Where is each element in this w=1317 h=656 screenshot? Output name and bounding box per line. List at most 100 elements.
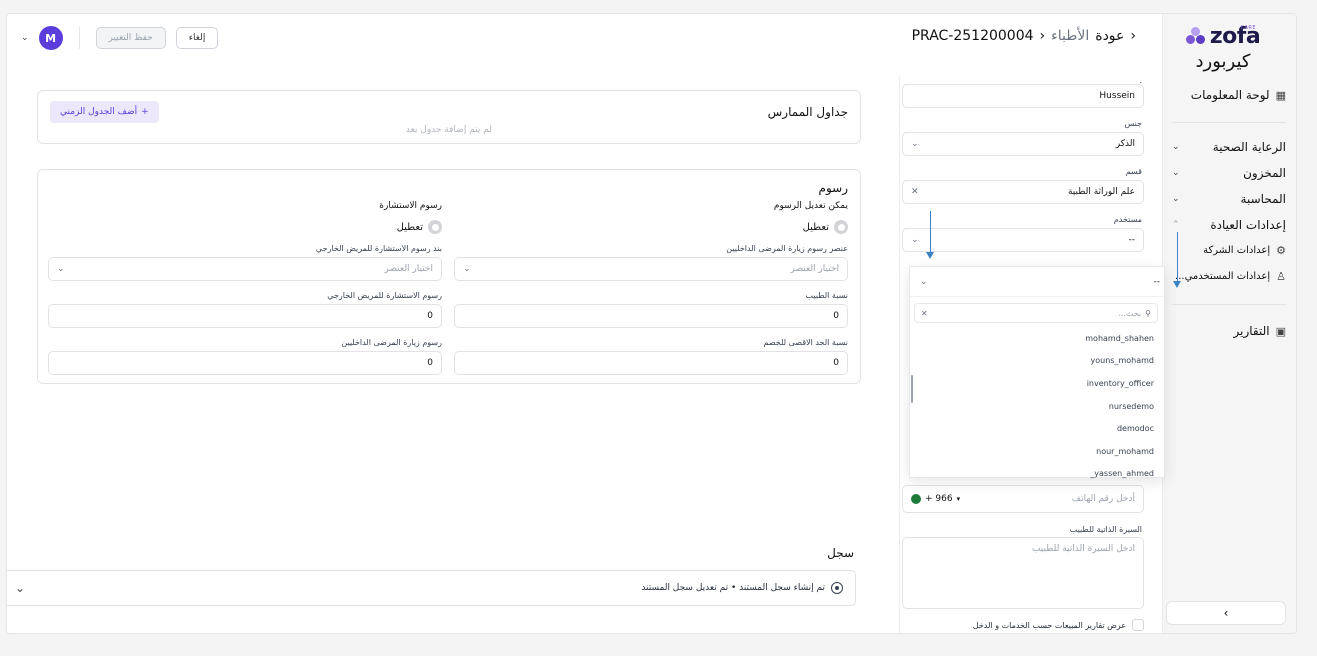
- doctor-pct-input[interactable]: 0: [454, 304, 848, 328]
- department-select[interactable]: علم الوراثة الطبية ✕: [902, 180, 1144, 204]
- annotation-arrow: [926, 211, 934, 259]
- sidebar-collapse-button[interactable]: ›: [1166, 601, 1286, 625]
- chevron-down-icon: ⌄: [1172, 194, 1180, 204]
- consult-fees-label: رسوم الاستشارة: [379, 201, 442, 211]
- phone-field[interactable]: أدخل رقم الهاتف + 966 ▾: [902, 485, 1144, 513]
- dropdown-option[interactable]: nursedemo: [910, 395, 1164, 418]
- chevron-down-icon: ⌄: [920, 276, 928, 287]
- sidebar: zofa CARE كيربورد ▦ لوحة المعلومات الرعا…: [1162, 14, 1296, 633]
- dropdown-option[interactable]: yassen_ahmed_: [910, 463, 1164, 486]
- doctor-pct-label: نسبة الطبيب: [805, 291, 848, 300]
- grid-icon: ▦: [1275, 88, 1286, 102]
- dropdown-option[interactable]: youns_mohamd: [910, 350, 1164, 373]
- inpatient-item-placeholder: اختيار العنصر: [790, 264, 839, 274]
- sidebar-item-label: لوحة المعلومات: [1190, 88, 1270, 102]
- chevron-down-icon: ⌄: [911, 139, 919, 149]
- sidebar-item-dashboard[interactable]: ▦ لوحة المعلومات: [1172, 88, 1286, 102]
- chevron-down-icon: ⌄: [1172, 168, 1180, 178]
- add-schedule-button[interactable]: + أضف الجدول الزمني: [50, 101, 159, 123]
- fees-card: رسوم يمكن تعديل الرسوم تعطيل رسوم الاستش…: [37, 169, 861, 384]
- dropdown-option[interactable]: inventory_officer: [910, 372, 1164, 395]
- outpatient-fee-value: 0: [427, 311, 433, 321]
- phone-placeholder: أدخل رقم الهاتف: [1071, 494, 1135, 504]
- sidebar-item-label: إعدادات الشركة: [1203, 245, 1271, 256]
- user-icon: ♙: [1276, 270, 1286, 283]
- sidebar-divider: [1172, 304, 1286, 305]
- chevron-down-icon[interactable]: ⌄: [21, 33, 29, 43]
- user-select[interactable]: -- ⌄: [902, 228, 1144, 252]
- gender-label: جنس: [1124, 119, 1142, 128]
- dropdown-option[interactable]: nour_mohamd: [910, 440, 1164, 463]
- gear-icon: ⚙: [1276, 244, 1286, 257]
- breadcrumb-section[interactable]: الأطباء: [1051, 28, 1089, 44]
- gender-select[interactable]: الذكر ⌄: [902, 132, 1144, 156]
- editable-fees-label: يمكن تعديل الرسوم: [773, 201, 848, 211]
- chevron-right-icon: ›: [1223, 606, 1229, 620]
- dropdown-search-input[interactable]: ⚲ بحث... ✕: [914, 303, 1158, 323]
- add-schedule-label: أضف الجدول الزمني: [60, 107, 138, 117]
- inpatient-fee-value: 0: [427, 358, 433, 368]
- consult-fees-toggle[interactable]: [428, 220, 442, 234]
- dropdown-options: mohamd_shahen youns_mohamd inventory_off…: [910, 327, 1164, 485]
- sidebar-divider: [1172, 122, 1286, 123]
- dropdown-option[interactable]: demodoc: [910, 417, 1164, 440]
- avatar[interactable]: M: [38, 26, 63, 50]
- editable-fees-toggle[interactable]: [834, 220, 848, 234]
- gender-value: الذكر: [1115, 139, 1135, 149]
- bio-textarea[interactable]: ادخل السيرة الذاتية للطبيب: [902, 537, 1144, 609]
- logo: zofa CARE كيربورد: [1178, 24, 1268, 72]
- clipboard-icon: ▣: [1275, 324, 1286, 338]
- schedules-card: جداول الممارس لم يتم إضافة جدول بعد + أض…: [37, 90, 861, 144]
- log-entry-row[interactable]: تم إنشاء سجل المستند • تم تعديل سجل المس…: [7, 570, 856, 606]
- logo-subtitle: كيربورد: [1195, 51, 1251, 72]
- country-code-select[interactable]: + 966 ▾: [911, 494, 960, 504]
- log-title: سجل: [827, 546, 854, 560]
- max-discount-input[interactable]: 0: [454, 351, 848, 375]
- inpatient-fee-input[interactable]: 0: [48, 351, 442, 375]
- sidebar-item-label: إعدادات العيادة: [1210, 218, 1286, 232]
- sidebar-item-inventory[interactable]: المخزون ⌄: [1172, 166, 1286, 180]
- sidebar-item-company-settings[interactable]: ⚙ إعدادات الشركة: [1172, 244, 1286, 257]
- cancel-button[interactable]: إلغاء: [175, 27, 219, 49]
- name-field[interactable]: Hussein: [902, 84, 1144, 108]
- outpatient-fee-input[interactable]: 0: [48, 304, 442, 328]
- header-actions: ⌄ M حفظ التغيير إلغاء: [21, 26, 219, 50]
- saudi-flag-icon: [911, 494, 921, 504]
- doctor-pct-value: 0: [833, 311, 839, 321]
- close-icon[interactable]: ✕: [911, 187, 919, 197]
- max-discount-label: نسبة الحد الاقصى للخصم: [763, 338, 848, 347]
- dropdown-scrollbar[interactable]: [911, 375, 913, 403]
- consult-fees-toggle-row: تعطيل: [397, 220, 442, 234]
- back-chevron-icon[interactable]: ‹: [1130, 28, 1136, 44]
- plus-icon: +: [141, 107, 149, 117]
- save-button[interactable]: حفظ التغيير: [95, 27, 166, 49]
- sidebar-item-accounting[interactable]: المحاسبة ⌄: [1172, 192, 1286, 206]
- app-frame: zofa CARE كيربورد ▦ لوحة المعلومات الرعا…: [6, 13, 1297, 634]
- breadcrumb: ‹ عودة الأطباء ‹ PRAC-251200004: [912, 28, 1136, 44]
- dropdown-selected[interactable]: -- ⌄: [910, 267, 1164, 297]
- inpatient-item-select[interactable]: اختيار العنصر ⌄: [454, 257, 848, 281]
- sidebar-item-label: التقارير: [1233, 324, 1270, 338]
- logo-icon: [1185, 26, 1206, 47]
- logo-badge: CARE: [1240, 25, 1256, 31]
- schedules-title: جداول الممارس: [767, 105, 848, 119]
- sales-report-label: عرض تقارير المبيعات حسب الخدمات و الدخل: [972, 620, 1126, 630]
- dropdown-option[interactable]: mohamd_shahen: [910, 327, 1164, 350]
- chevron-down-icon: ⌄: [463, 264, 471, 274]
- sidebar-item-clinic-settings[interactable]: إعدادات العيادة ⌃: [1172, 218, 1286, 232]
- schedules-empty: لم يتم إضافة جدول بعد: [405, 125, 492, 135]
- sidebar-item-healthcare[interactable]: الرعاية الصحية ⌄: [1172, 140, 1286, 154]
- header-divider: [78, 27, 80, 49]
- fees-title: رسوم: [818, 181, 848, 195]
- chevron-down-icon[interactable]: ⌄: [15, 581, 25, 595]
- close-icon[interactable]: ✕: [921, 309, 928, 318]
- breadcrumb-back[interactable]: عودة: [1095, 28, 1124, 44]
- sidebar-item-user-settings[interactable]: ♙ إعدادات المستخدمي...: [1172, 270, 1286, 283]
- sidebar-item-reports[interactable]: ▣ التقارير: [1172, 324, 1287, 338]
- sales-report-checkbox[interactable]: [1132, 619, 1144, 631]
- timeline-dot-icon: [831, 582, 843, 594]
- department-value: علم الوراثة الطبية: [1067, 187, 1135, 197]
- outpatient-item-select[interactable]: اختيار العنصر ⌄: [48, 257, 442, 281]
- log-entry-text: تم إنشاء سجل المستند • تم تعديل سجل المس…: [641, 583, 825, 593]
- user-dropdown-panel: -- ⌄ ⚲ بحث... ✕ mohamd_shahen youns_moha…: [909, 266, 1165, 478]
